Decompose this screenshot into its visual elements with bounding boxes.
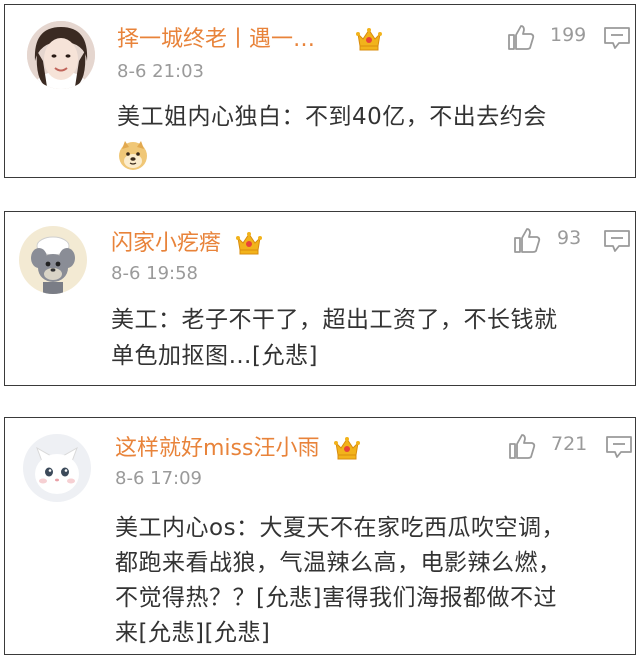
avatar[interactable]	[23, 434, 91, 502]
comment-text-line: 美工：老子不干了，超出工资了，不长钱就	[111, 307, 558, 333]
thumbs-up-icon[interactable]	[513, 226, 541, 254]
reply-icon[interactable]	[605, 435, 633, 459]
vip-crown-icon	[236, 232, 262, 255]
username[interactable]: 闪家小疙瘩	[111, 233, 221, 255]
avatar[interactable]	[27, 21, 95, 89]
reply-icon[interactable]	[603, 229, 631, 253]
comment-text-line: 美工内心os：大夏天不在家吃西瓜吹空调，	[115, 515, 566, 541]
comment-text-line: 来[允悲][允悲]	[115, 620, 271, 646]
doge-emoji-icon	[119, 141, 147, 170]
timestamp: 8-6 17:09	[115, 468, 202, 489]
avatar[interactable]	[19, 226, 87, 294]
comment-card: 择一城终老丨遇一… 8-6 21:03 199 美工姐内心独白：不到40亿，不出…	[4, 4, 636, 178]
like-count: 721	[551, 433, 588, 455]
timestamp: 8-6 19:58	[111, 263, 198, 284]
timestamp: 8-6 21:03	[117, 61, 204, 82]
thumbs-up-icon[interactable]	[508, 432, 536, 460]
like-count: 199	[550, 24, 587, 46]
like-count: 93	[557, 227, 582, 249]
comment-text-line: 不觉得热？？[允悲]害得我们海报都做不过	[115, 585, 557, 611]
username[interactable]: 择一城终老丨遇一…	[117, 29, 315, 51]
comment-card: 闪家小疙瘩 8-6 19:58 93 美工：老子不干了，超出工资了，不长钱就 单…	[4, 211, 636, 386]
comment-text-line: 都跑来看战狼，气温辣么高，电影辣么燃，	[115, 550, 562, 576]
vip-crown-icon	[356, 28, 382, 51]
comment-card: 这样就好miss汪小雨 8-6 17:09 721 美工内心os：大夏天不在家吃…	[4, 417, 636, 655]
vip-crown-icon	[334, 437, 360, 460]
comment-text: 美工姐内心独白：不到40亿，不出去约会	[117, 104, 547, 130]
reply-icon[interactable]	[603, 26, 631, 50]
thumbs-up-icon[interactable]	[507, 23, 535, 51]
username[interactable]: 这样就好miss汪小雨	[115, 438, 319, 460]
comment-text-line: 单色加抠图…[允悲]	[111, 343, 318, 369]
